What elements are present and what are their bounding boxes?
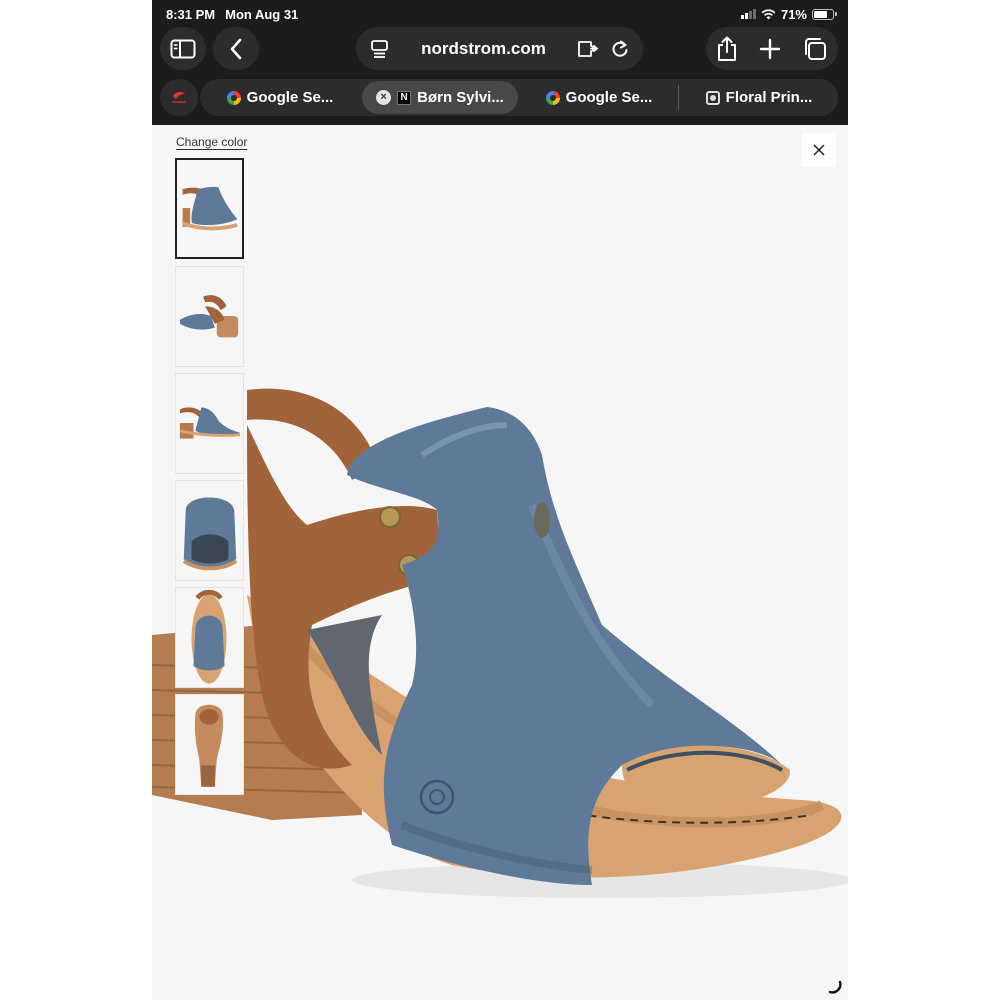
- url-text[interactable]: nordstrom.com: [421, 39, 546, 59]
- new-tab-plus-icon[interactable]: [759, 38, 781, 60]
- status-bar-left: 8:31 PM Mon Aug 31: [166, 6, 298, 22]
- tab-born-sylvia[interactable]: × N Børn Sylvi...: [362, 81, 518, 114]
- reload-icon[interactable]: [611, 39, 629, 59]
- browser-chrome: 8:31 PM Mon Aug 31 71% nordstrom.com Goo…: [152, 0, 848, 125]
- battery-icon: [812, 8, 837, 20]
- tab-bar: Google Se... × N Børn Sylvi... Google Se…: [200, 79, 838, 116]
- status-bar-right: 71%: [740, 6, 837, 22]
- nordstrom-icon: N: [397, 90, 412, 105]
- tab-floral-print[interactable]: Floral Prin...: [680, 79, 838, 116]
- wifi-icon: [761, 8, 776, 20]
- google-icon: [226, 90, 241, 105]
- pinned-site-icon: [705, 90, 720, 105]
- cellular-signal-icon: [740, 9, 756, 19]
- google-icon: [545, 90, 560, 105]
- tab-label: Børn Sylvi...: [417, 89, 504, 106]
- close-icon: [813, 144, 825, 156]
- loading-spinner-icon: [828, 980, 842, 994]
- change-color-link[interactable]: Change color: [176, 135, 247, 149]
- tab-google-search-1[interactable]: Google Se...: [200, 79, 360, 116]
- sidebar-icon: [170, 39, 196, 59]
- device-screen: 8:31 PM Mon Aug 31 71% nordstrom.com Goo…: [152, 0, 848, 1000]
- thumbnail-side-view[interactable]: [175, 158, 244, 259]
- address-bar-actions: [577, 39, 629, 59]
- tab-divider: [678, 85, 679, 110]
- tab-label: Google Se...: [565, 89, 653, 106]
- thumbnail-back-angle-view[interactable]: [175, 266, 244, 367]
- tab-label: Google Se...: [246, 89, 334, 106]
- status-time: 8:31 PM: [166, 6, 216, 22]
- close-viewer-button[interactable]: [802, 133, 836, 167]
- close-tab-icon[interactable]: ×: [376, 90, 392, 105]
- tab-overview-icon[interactable]: [802, 36, 828, 62]
- product-main-image[interactable]: [152, 125, 848, 1000]
- thumbnail-inner-side-view[interactable]: [175, 373, 244, 474]
- tab-label: Floral Prin...: [725, 89, 813, 106]
- sidebar-toggle-button[interactable]: [160, 27, 206, 70]
- toolbar-actions: [706, 27, 838, 70]
- battery-percent: 71%: [780, 6, 807, 22]
- page-menu-icon[interactable]: [370, 39, 390, 59]
- tab-google-search-2[interactable]: Google Se...: [520, 79, 678, 116]
- thumbnail-front-view[interactable]: [175, 480, 244, 581]
- thumbnail-sole-view[interactable]: [175, 694, 244, 795]
- extension-icon[interactable]: [577, 39, 599, 59]
- share-icon[interactable]: [716, 36, 738, 62]
- back-button[interactable]: [213, 27, 259, 70]
- chevron-left-icon: [229, 38, 243, 60]
- app-logo-icon: [170, 90, 188, 106]
- extension-tab-button[interactable]: [160, 79, 198, 116]
- status-date: Mon Aug 31: [225, 6, 299, 22]
- thumbnail-top-view[interactable]: [175, 587, 244, 688]
- address-bar[interactable]: nordstrom.com: [356, 27, 643, 70]
